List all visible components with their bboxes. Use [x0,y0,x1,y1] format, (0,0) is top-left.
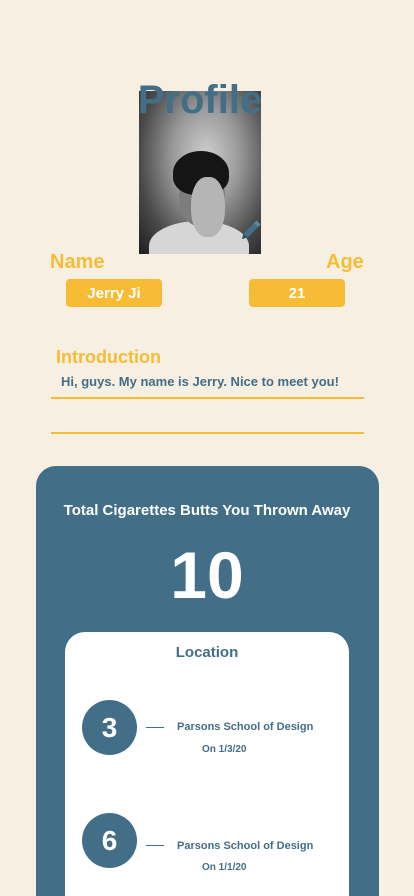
location-date: On 1/1/20 [202,862,247,873]
location-count-badge: 6 [82,813,137,868]
location-title: Location [175,644,239,661]
stats-count: 10 [170,538,244,612]
name-label: Name [50,251,105,273]
pencil-icon[interactable] [239,218,263,242]
name-field[interactable]: Jerry Ji [66,279,162,307]
introduction-underline [51,397,364,399]
introduction-text[interactable]: Hi, guys. My name is Jerry. Nice to meet… [61,374,339,389]
introduction-label: Introduction [56,347,161,367]
age-field[interactable]: 21 [249,279,345,307]
location-place[interactable]: Parsons School of Design [177,721,313,733]
location-place[interactable]: Parsons School of Design [177,840,313,852]
photo-hand [191,177,225,237]
introduction-underline-2 [51,432,364,434]
location-connector [146,845,164,846]
location-connector [146,727,164,728]
page-title: Profile [137,78,263,122]
age-label: Age [326,251,364,273]
location-date: On 1/3/20 [202,744,247,755]
stats-title: Total Cigarettes Butts You Thrown Away [63,502,351,519]
location-count-badge: 3 [82,700,137,755]
